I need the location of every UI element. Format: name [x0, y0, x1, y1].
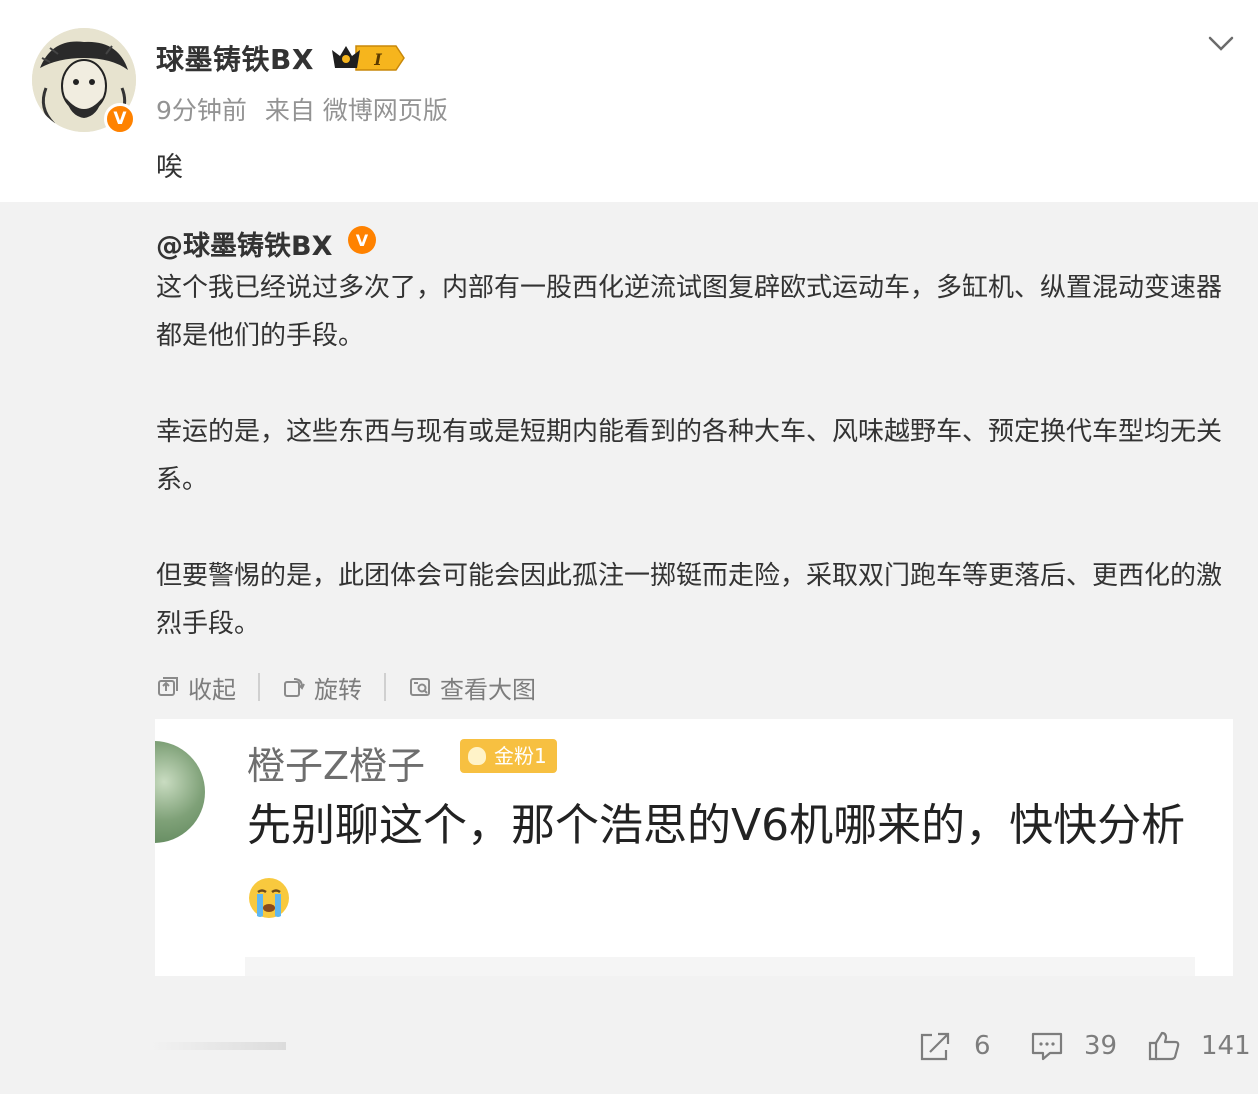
collapse-icon	[158, 677, 178, 696]
original-paragraph-3: 但要警惕的是，此团体会可能会因此孤注一掷铤而走险，采取双门跑车等更落后、更西化的…	[156, 561, 1223, 639]
rotate-label: 旋转	[314, 675, 362, 704]
like-button[interactable]: 141	[1147, 1028, 1251, 1064]
comment-count: 39	[1084, 1031, 1118, 1061]
like-icon	[1148, 1031, 1180, 1061]
repost-count: 6	[974, 1031, 991, 1061]
chevron-down-icon[interactable]	[1206, 30, 1236, 56]
image-toolbar: 收起 旋转 查看大图	[156, 670, 536, 705]
screenshot-comment-text: 先别聊这个，那个浩思的V6机哪来的，快快分析	[247, 800, 1186, 851]
author-name[interactable]: 球墨铸铁BX	[156, 38, 314, 78]
original-paragraph-2: 幸运的是，这些东西与现有或是短期内能看到的各种大车、风味越野车、预定换代车型均无…	[156, 417, 1223, 495]
view-large-icon	[410, 678, 430, 696]
rank-badge: I	[330, 42, 406, 74]
comment-button[interactable]: 39	[1030, 1028, 1117, 1064]
repost-icon	[920, 1032, 950, 1061]
repost-button[interactable]: 6	[918, 1028, 991, 1064]
rotate-button[interactable]: 旋转	[282, 670, 362, 705]
original-paragraph-1: 这个我已经说过多次了，内部有一股西化逆流试图复辟欧式运动车，多缸机、纵置混动变速…	[156, 273, 1223, 351]
screenshot-comment: 先别聊这个，那个浩思的V6机哪来的，快快分析	[247, 789, 1207, 937]
collapse-button[interactable]: 收起	[156, 670, 236, 705]
toolbar-divider	[258, 673, 260, 701]
like-count: 141	[1201, 1031, 1251, 1061]
crying-emoji-icon	[249, 878, 289, 918]
verified-badge: V	[104, 103, 136, 135]
post-source: 来自 微博网页版	[264, 96, 448, 125]
rotate-icon	[284, 678, 305, 697]
view-large-label: 查看大图	[440, 675, 536, 704]
commenter-avatar	[155, 741, 205, 843]
divider	[150, 1042, 286, 1050]
collapse-label: 收起	[188, 675, 236, 704]
fan-badge: 金粉1	[460, 739, 557, 773]
original-verified-badge: V	[348, 226, 376, 254]
post-text: 唉	[156, 152, 183, 183]
toolbar-divider	[384, 673, 386, 701]
post-meta: 9分钟前 来自 微博网页版	[156, 91, 458, 127]
comment-icon	[1031, 1032, 1063, 1061]
action-bar: 6 39 141	[0, 1022, 1258, 1094]
original-author[interactable]: @球墨铸铁BX	[156, 224, 332, 263]
post-time: 9分钟前	[156, 96, 247, 125]
screenshot-bottom-edge	[245, 957, 1195, 976]
attached-screenshot[interactable]: 橙子Z橙子 金粉1 先别聊这个，那个浩思的V6机哪来的，快快分析	[155, 719, 1233, 976]
view-large-button[interactable]: 查看大图	[408, 670, 536, 705]
repost-card[interactable]: @球墨铸铁BX V 这个我已经说过多次了，内部有一股西化逆流试图复辟欧式运动车，…	[0, 202, 1258, 1094]
commenter-name: 橙子Z橙子	[247, 744, 426, 788]
original-post-body: 这个我已经说过多次了，内部有一股西化逆流试图复辟欧式运动车，多缸机、纵置混动变速…	[156, 264, 1226, 648]
post-header: V 球墨铸铁BX I 9分钟前 来自 微博网页版 唉	[0, 0, 1258, 202]
rank-level: I	[373, 50, 382, 69]
